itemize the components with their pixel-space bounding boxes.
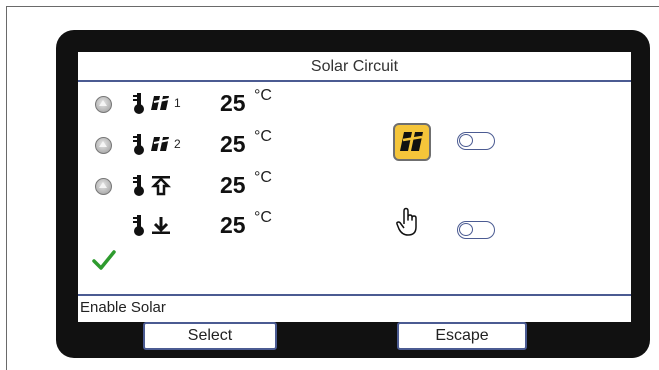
- outer-frame-left: [6, 6, 7, 370]
- manual-toggle[interactable]: [457, 221, 495, 239]
- thermometer-icon: [133, 134, 144, 155]
- solar-collector-icon: [151, 137, 170, 151]
- temperature-row-collector-1: 1 25 °C: [78, 87, 358, 120]
- display-screen: Solar Circuit 1 25 °C 2 25 °C 25 °C 25 °…: [78, 52, 631, 322]
- temperature-value: 25: [220, 212, 246, 238]
- temperature-unit: °C: [254, 169, 272, 186]
- temperature-row-tank-bottom: 25 °C: [78, 209, 358, 242]
- tank-top-icon: [150, 176, 172, 196]
- thermometer-icon: [133, 215, 144, 236]
- collector-number: 2: [174, 137, 181, 151]
- manual-hand-icon: [396, 207, 417, 236]
- temperature-value: 25: [220, 172, 246, 198]
- temperature-unit: °C: [254, 209, 272, 226]
- escape-button[interactable]: Escape: [397, 322, 527, 350]
- thermometer-icon: [133, 175, 144, 196]
- thermometer-icon: [133, 93, 144, 114]
- temperature-row-tank-top: 25 °C: [78, 169, 358, 202]
- solar-mode-button[interactable]: [393, 123, 431, 161]
- status-led-icon: [95, 137, 112, 154]
- solar-collector-icon: [151, 96, 170, 110]
- collector-number: 1: [174, 96, 181, 110]
- temperature-row-collector-2: 2 25 °C: [78, 128, 358, 161]
- outer-frame-top: [6, 6, 659, 7]
- solar-collector-icon: [400, 132, 423, 151]
- status-led-icon: [95, 96, 112, 113]
- tank-bottom-icon: [152, 217, 170, 234]
- checkmark-icon: [92, 250, 116, 270]
- temperature-value: 25: [220, 131, 246, 157]
- status-text: Enable Solar: [78, 294, 631, 320]
- temperature-unit: °C: [254, 87, 272, 104]
- temperature-value: 25: [220, 90, 246, 116]
- status-led-icon: [95, 178, 112, 195]
- screen-title: Solar Circuit: [78, 52, 631, 82]
- select-button[interactable]: Select: [143, 322, 277, 350]
- solar-toggle[interactable]: [457, 132, 495, 150]
- temperature-unit: °C: [254, 128, 272, 145]
